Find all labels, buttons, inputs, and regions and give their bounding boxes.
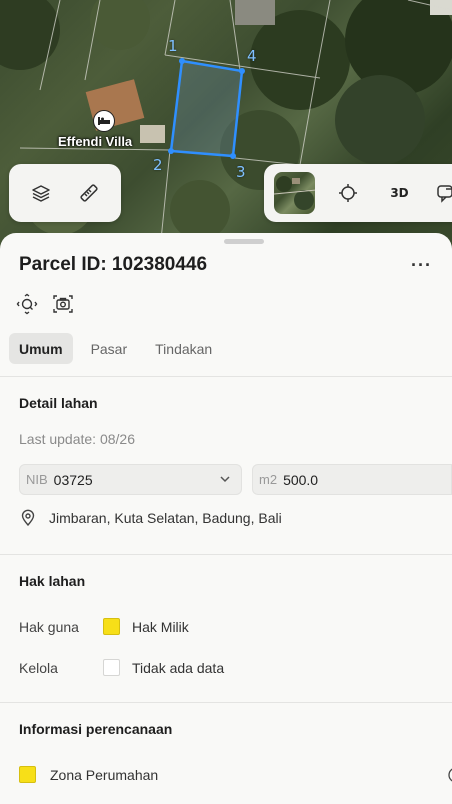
layers-icon [32,185,50,202]
rights-swatch [103,618,120,635]
chevron-down-icon [220,476,230,483]
rights-swatch [103,659,120,676]
rights-row-hak-guna: Hak guna Hak Milik [19,618,189,635]
vertex-label-3: 3 [236,163,246,181]
hotel-bed-icon [93,110,116,132]
zoom-search-icon [16,293,38,315]
poi-label: Effendi Villa [58,134,133,149]
section-title-planning: Informasi perencanaan [19,721,173,737]
layers-button[interactable] [21,173,61,213]
section-title-detail: Detail lahan [19,395,98,411]
nib-field[interactable]: NIB 03725 [19,464,242,495]
area-field[interactable]: m2 500.0 [252,464,452,495]
parcel-details-sheet: Parcel ID: 102380446 ··· Umum Pasar Tind… [0,233,452,804]
divider [0,554,452,555]
zoom-to-parcel-button[interactable] [16,293,38,315]
divider [0,376,452,377]
screenshot-button[interactable] [52,293,74,315]
location-pin-icon [21,509,35,527]
nib-value: 03725 [53,471,93,488]
area-prefix: m2 [259,472,278,487]
tab-tindakan[interactable]: Tindakan [145,333,222,364]
sheet-drag-handle[interactable] [224,239,264,244]
tab-pasar[interactable]: Pasar [81,333,138,364]
vertex-label-2: 2 [153,156,163,174]
vertex-label-4: 4 [247,47,257,65]
planning-zone-row[interactable]: Zona Perumahan [19,766,158,783]
map-tools-left [9,164,121,222]
map-tools-right: 3D [264,164,452,222]
locate-button[interactable] [329,173,368,213]
address-text: Jimbaran, Kuta Selatan, Badung, Bali [49,510,282,526]
nib-prefix: NIB [26,472,48,487]
more-options-button[interactable]: ··· [411,255,432,276]
zone-swatch [19,766,36,783]
tab-umum[interactable]: Umum [9,333,73,364]
info-icon[interactable] [446,766,452,784]
rights-row-kelola: Kelola Tidak ada data [19,659,224,676]
rights-key: Hak guna [19,618,79,635]
three-d-button[interactable]: 3D [380,173,419,213]
area-value: 500.0 [283,471,319,488]
crosshair-icon [339,184,358,202]
ruler-icon [80,184,98,202]
last-update-text: Last update: 08/26 [19,431,135,447]
divider [0,702,452,703]
share-button[interactable] [425,173,452,213]
section-title-rights: Hak lahan [19,573,86,589]
chat-share-icon [436,185,452,203]
vertex-label-1: 1 [168,37,178,55]
sheet-tabs: Umum Pasar Tindakan [9,333,222,364]
zone-label: Zona Perumahan [50,766,159,783]
basemap-thumbnail[interactable] [274,172,315,214]
sheet-tools [16,293,74,315]
map-view[interactable]: 1 2 3 4 Effendi Villa 3D [0,0,452,250]
parcel-title: Parcel ID: 102380446 [19,254,208,275]
sheet-header: Parcel ID: 102380446 ··· [19,254,432,276]
measure-button[interactable] [69,173,109,213]
camera-icon [53,295,73,313]
address-row: Jimbaran, Kuta Selatan, Badung, Bali [19,509,282,527]
three-d-label: 3D [390,186,409,200]
rights-value: Tidak ada data [132,659,225,676]
rights-key: Kelola [19,659,58,676]
poi-marker[interactable]: Effendi Villa [58,110,132,149]
rights-value: Hak Milik [132,618,189,635]
